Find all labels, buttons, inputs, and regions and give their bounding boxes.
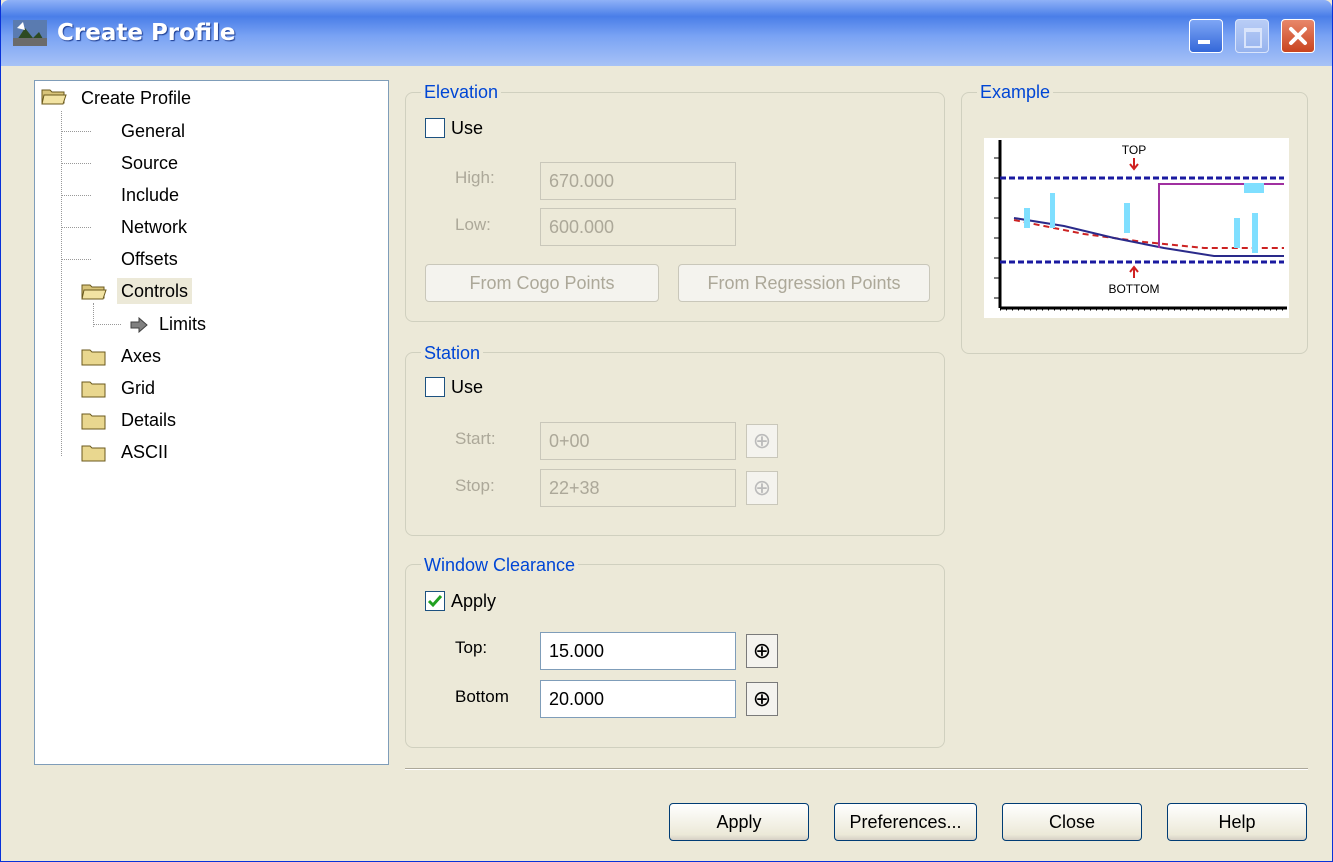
navigation-tree[interactable]: Create Profile General Source Include Ne… xyxy=(34,80,389,765)
minimize-icon xyxy=(1198,40,1210,44)
create-profile-dialog: Create Profile Create Profile General So… xyxy=(0,0,1333,862)
station-use-checkbox[interactable] xyxy=(425,377,445,397)
maximize-button xyxy=(1235,19,1269,53)
low-input[interactable]: 600.000 xyxy=(540,208,736,246)
tree-item-offsets[interactable]: Offsets xyxy=(121,246,178,272)
window-clearance-legend: Window Clearance xyxy=(421,555,579,575)
start-pick-button[interactable]: ⊕ xyxy=(746,424,778,458)
stop-pick-button[interactable]: ⊕ xyxy=(746,471,778,505)
arrow-right-icon xyxy=(130,317,148,333)
crosshair-icon: ⊕ xyxy=(752,686,772,711)
example-top-text: TOP xyxy=(1122,143,1146,157)
example-bottom-text: BOTTOM xyxy=(1108,282,1159,296)
bottom-input[interactable]: 20.000 xyxy=(540,680,736,718)
stop-input[interactable]: 22+38 xyxy=(540,469,736,507)
start-input[interactable]: 0+00 xyxy=(540,422,736,460)
elevation-legend: Elevation xyxy=(421,82,502,102)
from-regression-points-button[interactable]: From Regression Points xyxy=(678,264,930,302)
elevation-use-label: Use xyxy=(451,118,484,138)
example-preview: TOP BOTTOM xyxy=(984,138,1289,318)
close-icon xyxy=(1289,27,1307,45)
clearance-apply-label: Apply xyxy=(451,591,497,611)
folder-open-icon xyxy=(81,284,107,300)
folder-open-icon xyxy=(41,89,67,105)
tree-item-general[interactable]: General xyxy=(121,118,185,144)
folder-icon xyxy=(81,381,106,398)
tree-item-network[interactable]: Network xyxy=(121,214,187,240)
station-legend: Station xyxy=(421,343,484,363)
title-bar[interactable]: Create Profile xyxy=(1,0,1332,66)
window-title: Create Profile xyxy=(57,20,236,46)
folder-icon xyxy=(81,349,106,366)
folder-icon xyxy=(81,445,106,462)
apply-button[interactable]: Apply xyxy=(669,803,809,841)
help-button[interactable]: Help xyxy=(1167,803,1307,841)
tree-item-controls[interactable]: Controls xyxy=(117,278,193,304)
checkmark-icon xyxy=(427,595,443,608)
tree-item-limits[interactable]: Limits xyxy=(159,311,206,337)
tree-item-ascii[interactable]: ASCII xyxy=(121,439,168,465)
high-label: High: xyxy=(455,168,495,187)
tree-item-details[interactable]: Details xyxy=(121,407,176,433)
tree-item-include[interactable]: Include xyxy=(121,182,179,208)
crosshair-icon: ⊕ xyxy=(752,475,772,500)
top-input[interactable]: 15.000 xyxy=(540,632,736,670)
example-legend: Example xyxy=(977,82,1054,102)
low-label: Low: xyxy=(455,215,491,234)
clearance-apply-checkbox[interactable] xyxy=(425,591,445,611)
station-use-label: Use xyxy=(451,377,484,397)
start-label: Start: xyxy=(455,429,496,448)
bottom-label: Bottom xyxy=(455,687,509,706)
top-pick-button[interactable]: ⊕ xyxy=(746,634,778,668)
close-window-button[interactable] xyxy=(1281,19,1315,53)
preferences-button[interactable]: Preferences... xyxy=(834,803,977,841)
high-input[interactable]: 670.000 xyxy=(540,162,736,200)
separator xyxy=(405,768,1308,770)
folder-icon xyxy=(81,413,106,430)
tree-item-grid[interactable]: Grid xyxy=(121,375,155,401)
from-cogo-points-button[interactable]: From Cogo Points xyxy=(425,264,659,302)
tree-item-source[interactable]: Source xyxy=(121,150,178,176)
tree-item-axes[interactable]: Axes xyxy=(121,343,161,369)
top-label: Top: xyxy=(455,638,488,657)
maximize-icon xyxy=(1244,28,1262,48)
close-button[interactable]: Close xyxy=(1002,803,1142,841)
profile-app-icon xyxy=(13,20,47,46)
bottom-pick-button[interactable]: ⊕ xyxy=(746,682,778,716)
elevation-use-checkbox[interactable] xyxy=(425,118,445,138)
minimize-button[interactable] xyxy=(1189,19,1223,53)
stop-label: Stop: xyxy=(455,476,495,495)
tree-item-create-profile[interactable]: Create Profile xyxy=(81,85,191,111)
crosshair-icon: ⊕ xyxy=(752,638,772,663)
crosshair-icon: ⊕ xyxy=(752,428,772,453)
